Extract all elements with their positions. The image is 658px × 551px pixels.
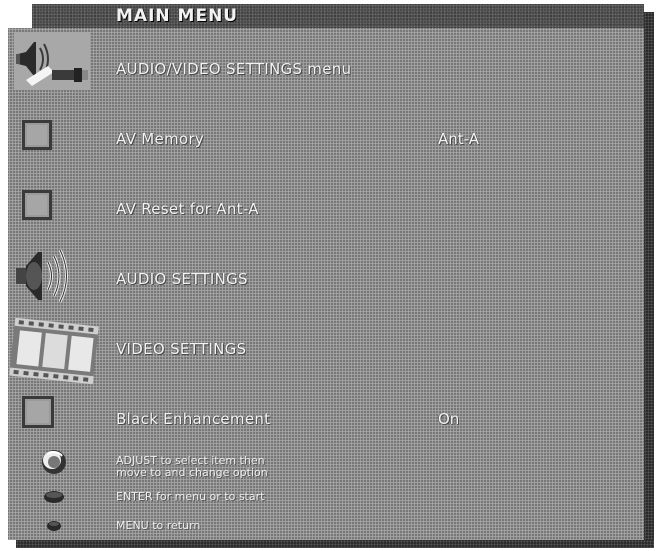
av-settings-icon[interactable] [8,30,100,94]
main-menu-panel [8,28,644,540]
enter-button-icon [8,486,100,508]
tv-osd-screen: MAIN MENU AUDIO/VIDEO SETTINGS menu AV M… [0,0,658,551]
help-adjust-line2: move to and change option [116,466,268,479]
adjust-knob-icon [8,446,100,480]
menu-item-video-settings[interactable]: VIDEO SETTINGS [116,340,246,358]
menu-item-av-reset[interactable]: AV Reset for Ant-A [116,200,259,218]
checkbox-icon[interactable] [8,186,100,228]
menu-title: MAIN MENU [116,6,239,26]
icon-column [8,28,100,540]
panel-shadow-right [644,12,654,548]
help-enter: ENTER for menu or to start [116,490,265,503]
av-memory-value[interactable]: Ant-A [438,130,479,148]
panel-shadow-bottom [16,540,654,548]
menu-item-av-memory[interactable]: AV Memory [116,130,204,148]
checkbox-icon[interactable] [8,392,100,436]
menu-button-icon [8,516,100,536]
film-icon[interactable] [8,314,100,388]
black-enhancement-value[interactable]: On [438,410,459,428]
menu-item-audio-settings[interactable]: AUDIO SETTINGS [116,270,248,288]
speaker-icon[interactable] [8,242,100,310]
menu-item-av-settings[interactable]: AUDIO/VIDEO SETTINGS menu [116,60,351,78]
help-menu: MENU to return [116,519,201,532]
checkbox-icon[interactable] [8,116,100,158]
menu-item-black-enhancement[interactable]: Black Enhancement [116,410,270,428]
